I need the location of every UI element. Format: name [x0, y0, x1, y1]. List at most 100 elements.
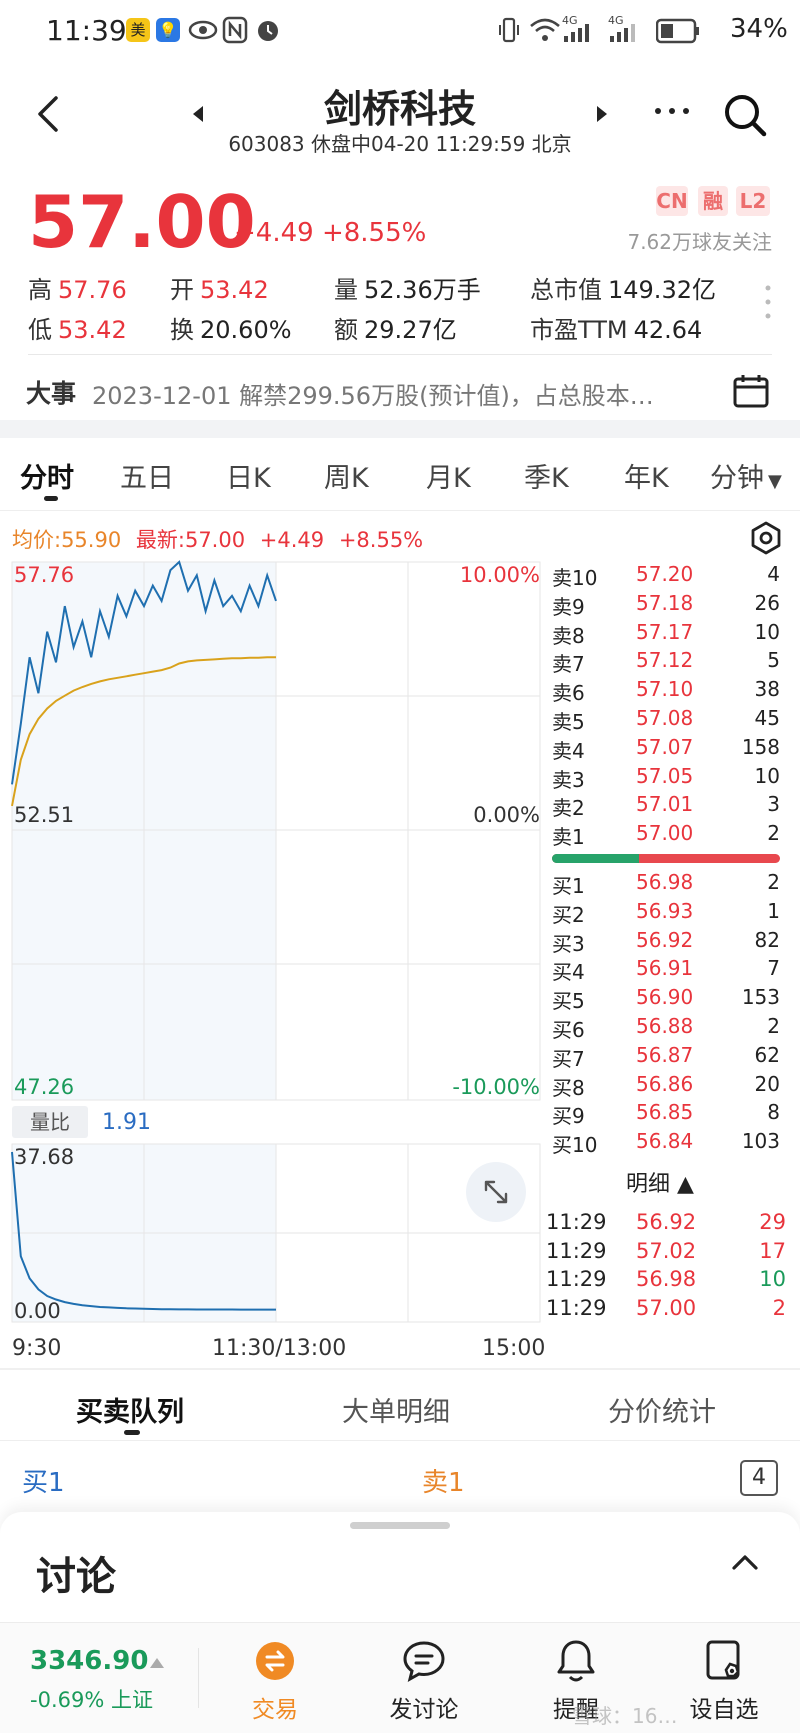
queue-sell1[interactable]: 卖1 — [422, 1462, 465, 1499]
level-name: 买6 — [552, 1018, 585, 1042]
tab-price-stats[interactable]: 分价统计 — [608, 1390, 716, 1429]
volume-ratio-label[interactable]: 量比 — [12, 1106, 88, 1138]
prev-stock-icon[interactable] — [190, 104, 206, 124]
level-volume: 8 — [767, 1100, 780, 1125]
tab-weekly-k[interactable]: 周K — [324, 456, 369, 495]
tick-price: 56.92 — [636, 1210, 697, 1234]
back-arrow-icon[interactable] — [28, 92, 68, 136]
nav-divider — [198, 1648, 199, 1708]
chart-settings-icon[interactable] — [748, 520, 784, 556]
chevron-up-icon[interactable] — [730, 1552, 760, 1572]
x-tick-open: 9:30 — [12, 1336, 62, 1361]
bid-level-row[interactable]: 买4 56.91 7 — [552, 956, 782, 985]
alarm-icon — [258, 21, 278, 41]
ask-level-row[interactable]: 卖9 57.18 26 — [552, 591, 782, 620]
bid-level-row[interactable]: 买6 56.88 2 — [552, 1014, 782, 1043]
ask-level-row[interactable]: 卖4 57.07 158 — [552, 735, 782, 764]
trade-tick-row: 11:29 57.00 2 — [546, 1296, 786, 1325]
index-value[interactable]: 3346.90 — [30, 1646, 148, 1676]
ask-level-row[interactable]: 卖6 57.10 38 — [552, 677, 782, 706]
bid-level-row[interactable]: 买7 56.87 62 — [552, 1043, 782, 1072]
tag-l2[interactable]: L2 — [736, 186, 770, 216]
level-volume: 7 — [767, 956, 780, 981]
tab-daily-k[interactable]: 日K — [226, 456, 271, 495]
tab-monthly-k[interactable]: 月K — [426, 456, 471, 495]
stock-code-status: 603083 休盘中04-20 11:29:59 北京 — [228, 132, 572, 156]
tab-five-day[interactable]: 五日 — [120, 456, 174, 495]
level-name: 买3 — [552, 931, 585, 956]
level-price: 57.07 — [636, 734, 694, 759]
tab-large-orders[interactable]: 大单明细 — [342, 1390, 450, 1429]
tick-price: 57.02 — [636, 1238, 697, 1263]
tick-time: 11:29 — [546, 1295, 607, 1320]
bid-level-row[interactable]: 买2 56.93 1 — [552, 899, 782, 928]
tab-quarterly-k[interactable]: 季K — [524, 456, 569, 495]
ask-level-row[interactable]: 卖5 57.08 45 — [552, 706, 782, 735]
divider — [0, 1368, 800, 1370]
sheet-drag-handle[interactable] — [350, 1522, 450, 1529]
next-stock-icon[interactable] — [594, 104, 610, 124]
calendar-icon[interactable] — [732, 372, 770, 410]
event-text[interactable]: 2023-12-01 解禁299.56万股(预计值)，占总股本… — [92, 376, 702, 411]
dropdown-caret-icon: ▼ — [768, 471, 782, 492]
bid-level-row[interactable]: 买3 56.92 82 — [552, 928, 782, 957]
bid-level-row[interactable]: 买5 56.90 153 — [552, 985, 782, 1014]
nav-watchlist[interactable]: 设自选 — [664, 1690, 784, 1724]
nav-post[interactable]: 发讨论 — [364, 1690, 484, 1724]
tab-minute[interactable]: 分钟 ▼ — [710, 456, 782, 495]
bid-level-row[interactable]: 买10 56.84 103 — [552, 1129, 782, 1158]
index-change[interactable]: -0.69% 上证 — [30, 1684, 153, 1714]
detail-toggle[interactable]: 明细 ▲ — [560, 1166, 760, 1198]
expand-chart-icon[interactable] — [466, 1162, 526, 1222]
level-volume: 2 — [767, 1014, 780, 1038]
ask-level-row[interactable]: 卖3 57.05 10 — [552, 764, 782, 793]
level-volume: 26 — [754, 590, 780, 615]
wifi-icon — [530, 18, 560, 41]
level-price: 56.90 — [636, 985, 694, 1010]
ask-level-row[interactable]: 卖8 57.17 10 — [552, 620, 782, 649]
ask-level-row[interactable]: 卖10 57.20 4 — [552, 562, 782, 591]
ask-level-row[interactable]: 卖7 57.12 5 — [552, 648, 782, 677]
level-volume: 158 — [741, 734, 780, 759]
tick-time: 11:29 — [546, 1267, 607, 1291]
level-price: 56.93 — [636, 898, 694, 923]
queue-buy1[interactable]: 买1 — [22, 1462, 65, 1499]
stock-name: 剑桥科技 — [323, 87, 476, 131]
level-price: 57.10 — [636, 677, 694, 702]
y-tick-low: 47.26 — [14, 1075, 74, 1099]
search-icon[interactable] — [722, 92, 768, 138]
post-discussion-icon[interactable] — [402, 1640, 446, 1682]
queue-count-badge[interactable]: 4 — [740, 1460, 778, 1496]
y-tick-high: 57.76 — [14, 563, 74, 587]
stat-turnover: 换 20.60% — [170, 316, 292, 344]
add-watchlist-icon[interactable] — [702, 1638, 746, 1684]
tick-time: 11:29 — [546, 1238, 607, 1263]
bid-level-row[interactable]: 买1 56.98 2 — [552, 870, 782, 899]
level-name: 卖7 — [552, 652, 585, 677]
bid-level-row[interactable]: 买8 56.86 20 — [552, 1072, 782, 1101]
followers-count[interactable]: 7.62万球友关注 — [580, 226, 772, 255]
meituan-notification-icon: 美 — [126, 18, 150, 42]
level-volume: 20 — [754, 1071, 780, 1096]
tab-yearly-k[interactable]: 年K — [624, 456, 669, 495]
level-name: 卖6 — [552, 681, 585, 706]
more-icon[interactable] — [652, 96, 692, 126]
nav-trade[interactable]: 交易 — [215, 1690, 335, 1724]
tag-margin[interactable]: 融 — [698, 186, 728, 216]
ask-level-row[interactable]: 卖1 57.00 2 — [552, 821, 782, 850]
bid-level-row[interactable]: 买9 56.85 8 — [552, 1100, 782, 1129]
active-tab-indicator — [124, 1430, 140, 1435]
level-volume: 38 — [754, 677, 780, 702]
tag-cn[interactable]: CN — [656, 186, 688, 216]
vertical-dots-icon[interactable] — [764, 284, 772, 324]
tab-order-queue[interactable]: 买卖队列 — [76, 1390, 184, 1429]
tick-volume: 10 — [759, 1267, 786, 1291]
watermark: 雪球：16… — [572, 1704, 678, 1728]
level-volume: 45 — [754, 706, 780, 730]
ask-level-row[interactable]: 卖2 57.01 3 — [552, 792, 782, 821]
level-name: 买9 — [552, 1104, 585, 1129]
trade-icon[interactable] — [254, 1640, 296, 1682]
bell-icon[interactable] — [554, 1638, 598, 1684]
tab-intraday[interactable]: 分时 — [20, 456, 74, 495]
level-volume: 3 — [767, 792, 780, 817]
